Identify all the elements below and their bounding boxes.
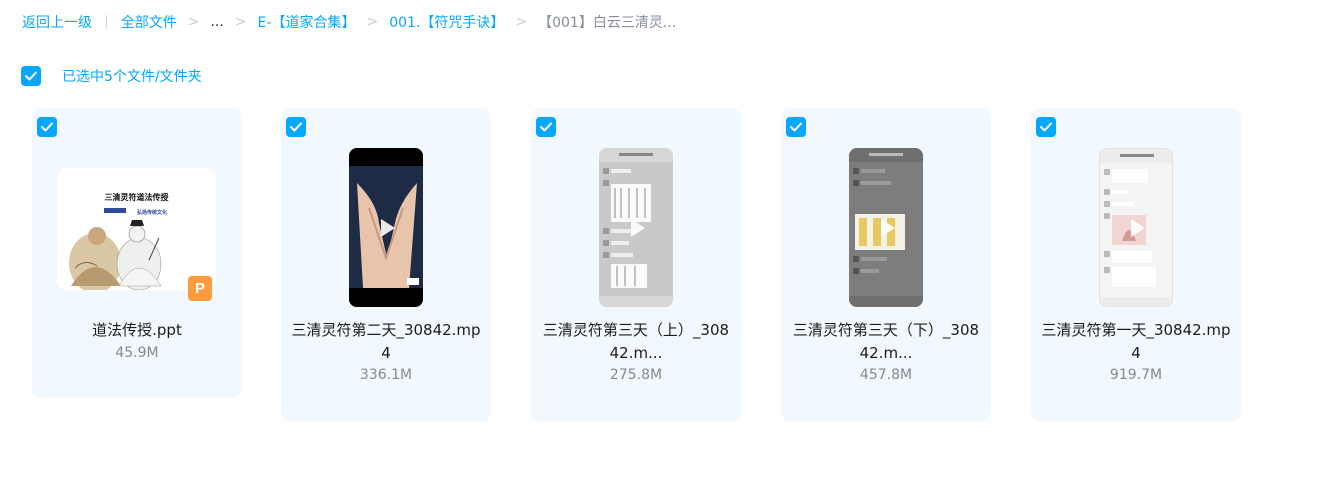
file-thumbnail xyxy=(531,148,741,308)
breadcrumb-current: 【001】白云三清灵... xyxy=(538,15,677,31)
back-link[interactable]: 返回上一级 xyxy=(22,12,92,32)
chevron-right-icon: > xyxy=(187,14,200,30)
video-preview xyxy=(1099,148,1173,307)
file-checkbox[interactable] xyxy=(286,117,306,137)
play-icon xyxy=(1131,218,1145,237)
file-checkbox[interactable] xyxy=(37,117,57,137)
ppt-illustration xyxy=(69,208,162,290)
file-thumbnail xyxy=(1031,148,1241,308)
file-size: 45.9M xyxy=(115,345,159,361)
file-checkbox[interactable] xyxy=(1036,117,1056,137)
video-preview xyxy=(349,148,423,307)
file-card-video[interactable]: 三清灵符第二天_30842.mp4 336.1M xyxy=(281,108,491,422)
file-size: 919.7M xyxy=(1109,367,1163,383)
video-preview xyxy=(599,148,673,307)
file-size: 457.8M xyxy=(859,367,913,383)
file-thumbnail xyxy=(781,148,991,308)
selection-count-label: 已选中5个文件/文件夹 xyxy=(62,69,202,85)
file-size: 336.1M xyxy=(359,367,413,383)
file-card-ppt[interactable]: 三清灵符道法传授 弘扬传统文化 P 道法传授.ppt 45.9M xyxy=(32,108,242,398)
check-icon xyxy=(790,122,802,132)
file-name[interactable]: 三清灵符第二天_30842.mp4 xyxy=(291,319,481,365)
file-size: 275.8M xyxy=(609,367,663,383)
breadcrumb-ellipsis[interactable]: ... xyxy=(210,14,223,30)
file-name[interactable]: 三清灵符第三天（上）_30842.m... xyxy=(541,319,731,365)
file-card-video[interactable]: 三清灵符第三天（下）_30842.m... 457.8M xyxy=(781,108,991,422)
file-name[interactable]: 三清灵符第三天（下）_30842.m... xyxy=(791,319,981,365)
check-icon xyxy=(1040,122,1052,132)
check-icon xyxy=(290,122,302,132)
file-name[interactable]: 道法传授.ppt xyxy=(42,319,232,342)
breadcrumb-all-files[interactable]: 全部文件 xyxy=(121,12,177,32)
chevron-right-icon: > xyxy=(234,14,247,30)
check-icon xyxy=(25,71,37,81)
check-icon xyxy=(540,122,552,132)
chevron-right-icon: > xyxy=(366,14,379,30)
breadcrumb-folder-daojia[interactable]: E-【道家合集】 xyxy=(258,12,356,32)
play-icon xyxy=(631,218,645,237)
file-card-video[interactable]: 三清灵符第一天_30842.mp4 919.7M xyxy=(1031,108,1241,422)
file-name[interactable]: 三清灵符第一天_30842.mp4 xyxy=(1041,319,1231,365)
file-checkbox[interactable] xyxy=(536,117,556,137)
chevron-right-icon: > xyxy=(515,14,528,30)
breadcrumb-divider: | xyxy=(104,14,109,30)
file-checkbox[interactable] xyxy=(786,117,806,137)
file-card-video[interactable]: 三清灵符第三天（上）_30842.m... 275.8M xyxy=(531,108,741,422)
check-icon xyxy=(41,122,53,132)
ppt-file-icon: P xyxy=(188,276,212,301)
play-icon xyxy=(381,218,395,237)
file-thumbnail: 三清灵符道法传授 弘扬传统文化 P xyxy=(32,148,242,308)
video-preview xyxy=(849,148,923,307)
ppt-preview: 三清灵符道法传授 弘扬传统文化 xyxy=(57,168,216,290)
select-all-row: 已选中5个文件/文件夹 xyxy=(21,66,202,86)
select-all-checkbox[interactable] xyxy=(21,66,41,86)
breadcrumb: 返回上一级 | 全部文件 > ... > E-【道家合集】 > 001.【符咒手… xyxy=(22,11,676,33)
file-thumbnail xyxy=(281,148,491,308)
play-icon xyxy=(881,218,895,237)
breadcrumb-folder-fuzhou[interactable]: 001.【符咒手诀】 xyxy=(389,12,504,32)
